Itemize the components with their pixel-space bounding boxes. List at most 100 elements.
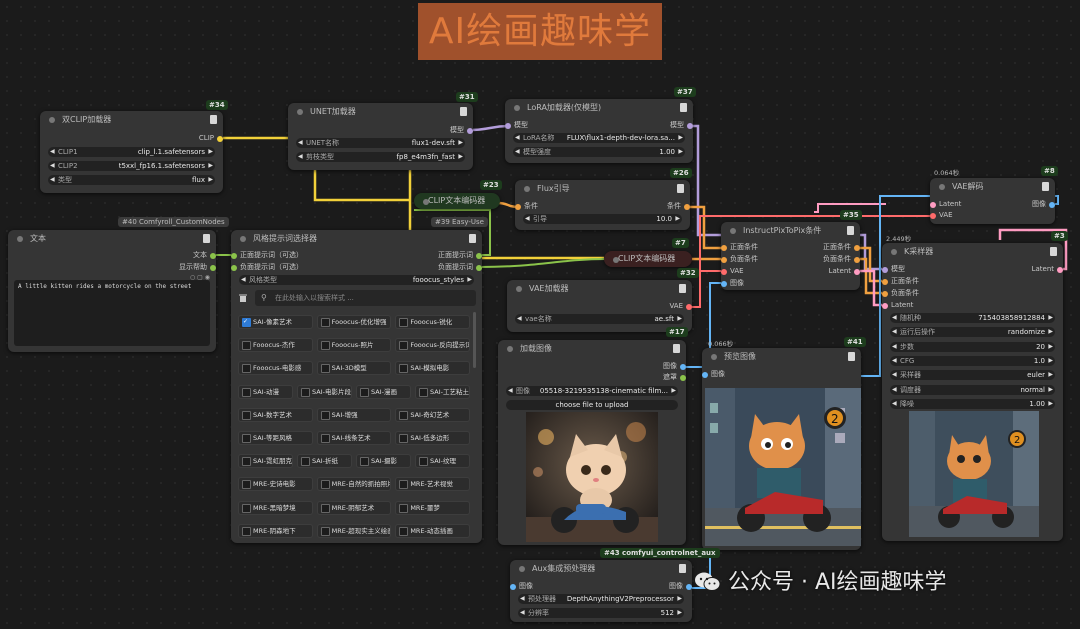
output-latent[interactable]: Latent <box>829 267 860 276</box>
style-option[interactable]: MRE-阴森地下 <box>238 523 313 538</box>
style-option[interactable]: SAI-数字艺术 <box>238 407 313 422</box>
scrollbar[interactable] <box>473 312 476 368</box>
style-option[interactable]: SAI-折纸 <box>297 454 352 469</box>
style-option[interactable]: SAI-霓虹朋克 <box>238 454 293 469</box>
input-positive[interactable]: 正面条件 <box>721 243 758 252</box>
output-image[interactable]: 图像 <box>1032 200 1055 209</box>
document-icon[interactable] <box>679 564 686 573</box>
lora-loader-node[interactable]: LoRA加载器(仅模型) 模型 模型 LoRA名称FLUX\flux1-dept… <box>505 99 693 163</box>
style-option[interactable]: SAI-纹理 <box>415 454 470 469</box>
document-icon[interactable] <box>847 226 854 235</box>
style-option[interactable]: Fooocus-照片 <box>316 338 392 353</box>
aux-preprocessor-node[interactable]: Aux集成预处理器 图像 图像 预处理器DepthAnythingV2Prepr… <box>510 560 692 622</box>
style-option[interactable]: Fooocus-杰作 <box>238 338 313 353</box>
trash-icon[interactable] <box>238 293 248 303</box>
vae-name-widget[interactable]: vae名称ae.sft <box>515 314 684 324</box>
style-option[interactable]: SAI-线条艺术 <box>316 431 392 445</box>
style-selector-node[interactable]: 风格提示词选择器 正面提示词（可选） 负面提示词（可选） 正面提示词 负面提示词… <box>231 230 482 543</box>
document-icon[interactable] <box>673 344 680 353</box>
document-icon[interactable] <box>1050 247 1057 256</box>
document-icon[interactable] <box>460 107 467 116</box>
clip-text-encode-node-7[interactable]: CLIP文本编码器 <box>604 251 692 267</box>
resolution-widget[interactable]: 分辨率512 <box>518 608 684 618</box>
ksampler-widget[interactable]: 降噪1.00 <box>890 398 1055 409</box>
output-latent[interactable]: Latent <box>1032 265 1063 274</box>
document-icon[interactable] <box>203 234 210 243</box>
clip-text-encode-node-23[interactable]: CLIP文本编码器 <box>414 193 500 209</box>
input-positive[interactable]: 正面条件 <box>882 277 919 286</box>
clip2-widget[interactable]: CLIP2t5xxl_fp16.1.safetensors <box>48 161 215 171</box>
text-content-area[interactable]: A little kitten rides a motorcycle on th… <box>14 280 210 346</box>
dual-clip-loader-node[interactable]: 双CLIP加载器 CLIP CLIP1clip_l.1.safetensors … <box>40 111 223 193</box>
document-icon[interactable] <box>469 234 476 243</box>
document-icon[interactable] <box>210 115 217 124</box>
unet-name-widget[interactable]: UNET名称flux1-dev.sft <box>296 138 465 148</box>
style-option[interactable]: SAI-漫画 <box>356 384 411 399</box>
output-positive[interactable]: 正面提示词 <box>438 251 482 260</box>
ksampler-widget[interactable]: 随机种715403858912884 <box>890 313 1055 323</box>
output-text[interactable]: 文本 <box>193 251 216 260</box>
output-image[interactable]: 图像 <box>669 582 692 591</box>
input-negative[interactable]: 负面提示词（可选） <box>231 263 303 272</box>
output-negative[interactable]: 负面提示词 <box>438 263 482 272</box>
style-search-input[interactable]: ⚲ 在此处输入以搜索样式 ... <box>255 290 476 306</box>
ksampler-node[interactable]: K采样器 模型 正面条件 负面条件 Latent Latent 2 随机种715… <box>882 243 1063 541</box>
output-conditioning[interactable]: 条件 <box>667 202 690 211</box>
preview-image-node[interactable]: 预览图像 图像 2 <box>702 348 861 550</box>
input-positive[interactable]: 正面提示词（可选） <box>231 251 303 260</box>
upload-button[interactable]: choose file to upload <box>506 400 678 410</box>
style-option[interactable]: MRE-史诗电影 <box>238 477 313 492</box>
style-option[interactable]: SAI-增强 <box>316 407 392 422</box>
output-model[interactable]: 模型 <box>670 121 693 130</box>
style-option[interactable]: MRE-动态插画 <box>395 523 470 538</box>
output-model[interactable]: 模型 <box>450 126 473 135</box>
style-option[interactable]: MRE-噩梦 <box>395 500 470 515</box>
style-option[interactable]: MRE-超现实主义绘画 <box>316 523 392 538</box>
style-type-widget[interactable]: 风格类型fooocus_styles <box>239 275 474 285</box>
input-model[interactable]: 模型 <box>505 121 528 130</box>
style-option[interactable]: SAI-模拟电影 <box>395 361 470 376</box>
style-option[interactable]: SAI-工艺粘土 <box>415 384 470 399</box>
style-option[interactable]: Fooocus-优化增强 <box>316 315 392 329</box>
output-clip[interactable]: CLIP <box>199 134 223 143</box>
ksampler-widget[interactable]: 采样器euler <box>890 370 1055 381</box>
input-model[interactable]: 模型 <box>882 265 905 274</box>
instructpix2pix-node[interactable]: InstructPixToPix条件 正面条件 负面条件 VAE 图像 正面条件… <box>721 222 860 290</box>
document-icon[interactable] <box>679 284 686 293</box>
input-image[interactable]: 图像 <box>510 582 533 591</box>
ksampler-widget[interactable]: 调度器normal <box>890 384 1055 395</box>
output-negative[interactable]: 负面条件 <box>823 255 860 264</box>
style-option[interactable]: Fooocus-反向提示词 <box>395 338 470 353</box>
style-option[interactable]: MRE-艺术视觉 <box>395 477 470 492</box>
preprocessor-widget[interactable]: 预处理器DepthAnythingV2Preprocessor <box>518 594 684 604</box>
style-option[interactable]: SAI-等距风格 <box>238 431 313 445</box>
output-mask[interactable]: 遮罩 <box>663 373 686 382</box>
unet-loader-node[interactable]: UNET加载器 模型 UNET名称flux1-dev.sft 剪枝类型fp8_e… <box>288 103 473 170</box>
style-option[interactable]: SAI-电影片段 <box>297 384 352 399</box>
input-vae[interactable]: VAE <box>721 267 744 276</box>
style-option[interactable]: SAI-摄影 <box>356 454 411 469</box>
weight-dtype-widget[interactable]: 剪枝类型fp8_e4m3fn_fast <box>296 152 465 162</box>
style-option[interactable]: Fooocus-锐化 <box>395 315 470 329</box>
output-show-help[interactable]: 显示帮助 <box>179 263 216 272</box>
style-option[interactable]: SAI-低多边形 <box>395 431 470 445</box>
document-icon[interactable] <box>1042 182 1049 191</box>
input-vae[interactable]: VAE <box>930 211 953 220</box>
style-option[interactable]: Fooocus-电影感 <box>238 361 313 376</box>
ksampler-widget[interactable]: 步数20 <box>890 341 1055 352</box>
guidance-widget[interactable]: 引导10.0 <box>523 214 682 224</box>
load-image-node[interactable]: 加载图像 图像 遮罩 图像05518-3219535138-cinematic … <box>498 340 686 545</box>
output-vae[interactable]: VAE <box>669 302 692 311</box>
ksampler-widget[interactable]: 运行后操作randomize <box>890 327 1055 338</box>
input-image[interactable]: 图像 <box>721 279 744 288</box>
document-icon[interactable] <box>848 352 855 361</box>
style-option[interactable]: MRE-黑暗梦境 <box>238 500 313 515</box>
document-icon[interactable] <box>677 184 684 193</box>
input-negative[interactable]: 负面条件 <box>882 289 919 298</box>
input-image[interactable]: 图像 <box>702 370 725 379</box>
clip1-widget[interactable]: CLIP1clip_l.1.safetensors <box>48 147 215 157</box>
style-option[interactable]: SAI-像素艺术 <box>238 315 313 329</box>
vae-loader-node[interactable]: VAE加载器 VAE vae名称ae.sft <box>507 280 692 332</box>
image-select-widget[interactable]: 图像05518-3219535138-cinematic film... <box>506 386 678 396</box>
type-widget[interactable]: 类型flux <box>48 175 215 185</box>
